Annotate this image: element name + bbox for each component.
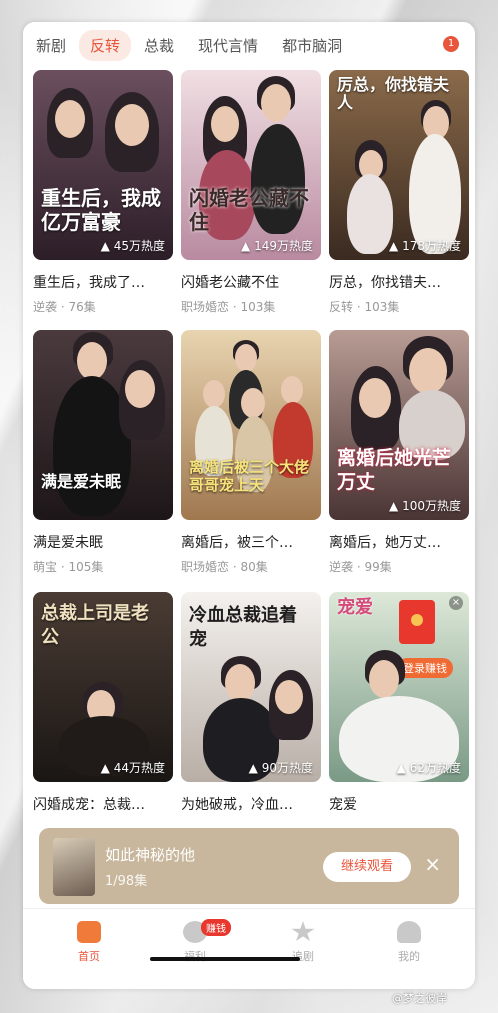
profile-icon xyxy=(397,921,421,943)
tab-reversal[interactable]: 反转 xyxy=(79,29,132,61)
poster-title: 满是爱未眠 xyxy=(41,472,122,491)
drama-title[interactable]: 闪婚老公藏不住 xyxy=(181,272,321,292)
mini-player-thumbnail[interactable] xyxy=(53,838,95,896)
tab-urban-fantasy[interactable]: 都市脑洞 xyxy=(271,30,353,61)
drama-title[interactable]: 厉总，你找错夫… xyxy=(329,272,469,292)
poster-title: 闪婚老公藏不住 xyxy=(189,186,309,234)
bottom-nav: 首页 福利 赚钱 追剧 我的 xyxy=(23,908,475,989)
drama-meta: 逆袭 · 76集 xyxy=(33,300,96,314)
heat-count: ▲ 62万热度 xyxy=(396,761,461,775)
nav-home[interactable]: 首页 xyxy=(59,921,119,964)
drama-poster[interactable]: 满是爱未眠 xyxy=(33,330,173,520)
star-icon xyxy=(291,921,315,942)
heat-count: ▲ 44万热度 xyxy=(100,761,165,775)
drama-title[interactable]: 离婚后，被三个… xyxy=(181,532,321,552)
mini-player-episode: 1/98集 xyxy=(105,874,148,889)
poster-title: 厉总，你找错夫人 xyxy=(337,75,450,112)
drama-meta: 反转 · 103集 xyxy=(329,300,400,314)
drama-poster[interactable]: 重生后，我成亿万富豪 ▲ 45万热度 xyxy=(33,70,173,260)
poster-title: 离婚后被三个大佬哥哥宠上天 xyxy=(189,458,310,494)
home-icon xyxy=(77,921,101,943)
drama-poster[interactable]: 冷血总裁追着宠 ▲ 90万热度 xyxy=(181,592,321,782)
close-icon[interactable]: × xyxy=(424,854,441,874)
drama-title[interactable]: 满是爱未眠 xyxy=(33,532,173,552)
app-screen: 新剧 反转 总裁 现代言情 都市脑洞 1 重生后，我成亿万富豪 ▲ 45万热度 … xyxy=(23,22,475,989)
nav-profile[interactable]: 我的 xyxy=(379,921,439,964)
continue-watching-button[interactable]: 继续观看 xyxy=(323,852,411,882)
poster-title: 宠爱 xyxy=(337,597,373,618)
drama-poster[interactable]: 离婚后她光芒万丈 ▲ 100万热度 xyxy=(329,330,469,520)
drama-title[interactable]: 闪婚成宠：总裁… xyxy=(33,794,173,814)
drama-poster[interactable]: 离婚后被三个大佬哥哥宠上天 xyxy=(181,330,321,520)
drama-meta: 萌宝 · 105集 xyxy=(33,560,104,574)
poster-title: 重生后，我成亿万富豪 xyxy=(41,186,161,234)
drama-meta: 逆袭 · 99集 xyxy=(329,560,392,574)
drama-poster[interactable]: 闪婚老公藏不住 ▲ 149万热度 xyxy=(181,70,321,260)
poster-title: 总裁上司是老公 xyxy=(41,603,149,648)
heat-count: ▲ 90万热度 xyxy=(248,761,313,775)
earn-badge: 赚钱 xyxy=(201,919,231,936)
drama-title[interactable]: 宠爱 xyxy=(329,794,469,814)
drama-meta: 职场婚恋 · 103集 xyxy=(181,300,276,314)
heat-count: ▲ 45万热度 xyxy=(100,239,165,253)
heat-count: ▲ 100万热度 xyxy=(389,499,461,513)
watermark: @梦之彼岸 xyxy=(392,992,447,1005)
login-earn-label[interactable]: 登录赚钱 xyxy=(397,658,453,678)
drama-title[interactable]: 重生后，我成了… xyxy=(33,272,173,292)
drama-title[interactable]: 离婚后，她万丈… xyxy=(329,532,469,552)
heat-count: ▲ 149万热度 xyxy=(241,239,313,253)
tab-ceo[interactable]: 总裁 xyxy=(133,30,185,61)
drama-title[interactable]: 为她破戒，冷血… xyxy=(181,794,321,814)
poster-title: 离婚后她光芒万丈 xyxy=(337,447,452,493)
drama-poster[interactable]: × 登录赚钱 宠爱 ▲ 62万热度 xyxy=(329,592,469,782)
tab-new[interactable]: 新剧 xyxy=(25,30,77,61)
tab-more-badge[interactable]: 1 xyxy=(443,36,459,52)
drama-meta: 职场婚恋 · 80集 xyxy=(181,560,268,574)
poster-title: 冷血总裁追着宠 xyxy=(189,605,297,650)
home-indicator xyxy=(150,957,300,961)
tab-modern-romance[interactable]: 现代言情 xyxy=(187,30,269,61)
heat-count: ▲ 178万热度 xyxy=(389,239,461,253)
mini-player[interactable]: 如此神秘的他 1/98集 继续观看 × xyxy=(39,828,459,904)
drama-poster[interactable]: 厉总，你找错夫人 ▲ 178万热度 xyxy=(329,70,469,260)
drama-poster[interactable]: 总裁上司是老公 ▲ 44万热度 xyxy=(33,592,173,782)
mini-player-title: 如此神秘的他 xyxy=(105,846,196,864)
